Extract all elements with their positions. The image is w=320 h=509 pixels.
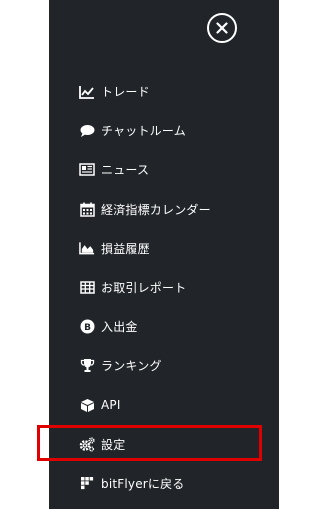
calendar-icon bbox=[79, 201, 95, 217]
menu-item-chat-room[interactable]: チャットルーム bbox=[49, 111, 279, 150]
menu-item-economic-calendar[interactable]: 経済指標カレンダー bbox=[49, 190, 279, 229]
chart-area-icon bbox=[79, 240, 95, 256]
menu-item-label: 入出金 bbox=[101, 320, 138, 335]
chart-line-icon bbox=[79, 84, 95, 100]
svg-text:B: B bbox=[84, 323, 91, 333]
menu-item-label: 設定 bbox=[101, 437, 126, 452]
menu-item-settings[interactable]: 設定 bbox=[49, 425, 279, 464]
side-menu-panel: トレード チャットルーム ニュース 経済指標カレンダー 損益履歴 お取引レポート… bbox=[49, 0, 279, 509]
menu-item-label: チャットルーム bbox=[101, 124, 186, 139]
menu-item-deposit-withdraw[interactable]: B 入出金 bbox=[49, 307, 279, 346]
bitcoin-icon: B bbox=[79, 319, 95, 335]
menu-item-trade-report[interactable]: お取引レポート bbox=[49, 268, 279, 307]
bitflyer-logo-icon bbox=[79, 475, 95, 491]
trophy-icon bbox=[79, 358, 95, 374]
menu-item-label: bitFlyerに戻る bbox=[101, 476, 185, 491]
newspaper-icon bbox=[79, 162, 95, 178]
menu-item-back-to-bitflyer[interactable]: bitFlyerに戻る bbox=[49, 464, 279, 503]
menu-item-label: トレード bbox=[101, 85, 150, 100]
menu-item-ranking[interactable]: ランキング bbox=[49, 346, 279, 385]
menu-item-label: ランキング bbox=[101, 359, 162, 374]
menu-item-pnl-history[interactable]: 損益履歴 bbox=[49, 229, 279, 268]
menu-item-label: 経済指標カレンダー bbox=[101, 202, 211, 217]
menu-item-label: お取引レポート bbox=[101, 281, 187, 296]
close-icon bbox=[216, 22, 228, 34]
menu-list: トレード チャットルーム ニュース 経済指標カレンダー 損益履歴 お取引レポート… bbox=[49, 72, 279, 503]
menu-item-label: 損益履歴 bbox=[101, 241, 150, 256]
menu-item-label: API bbox=[101, 398, 121, 413]
menu-item-label: ニュース bbox=[101, 163, 150, 178]
speech-bubble-icon bbox=[79, 123, 95, 139]
close-menu-button[interactable] bbox=[207, 13, 237, 43]
menu-item-api[interactable]: API bbox=[49, 386, 279, 425]
gears-icon bbox=[79, 436, 95, 452]
menu-item-trade[interactable]: トレード bbox=[49, 72, 279, 111]
screen: トレード チャットルーム ニュース 経済指標カレンダー 損益履歴 お取引レポート… bbox=[0, 0, 300, 509]
cube-icon bbox=[79, 397, 95, 413]
menu-item-news[interactable]: ニュース bbox=[49, 150, 279, 189]
table-icon bbox=[79, 280, 95, 296]
